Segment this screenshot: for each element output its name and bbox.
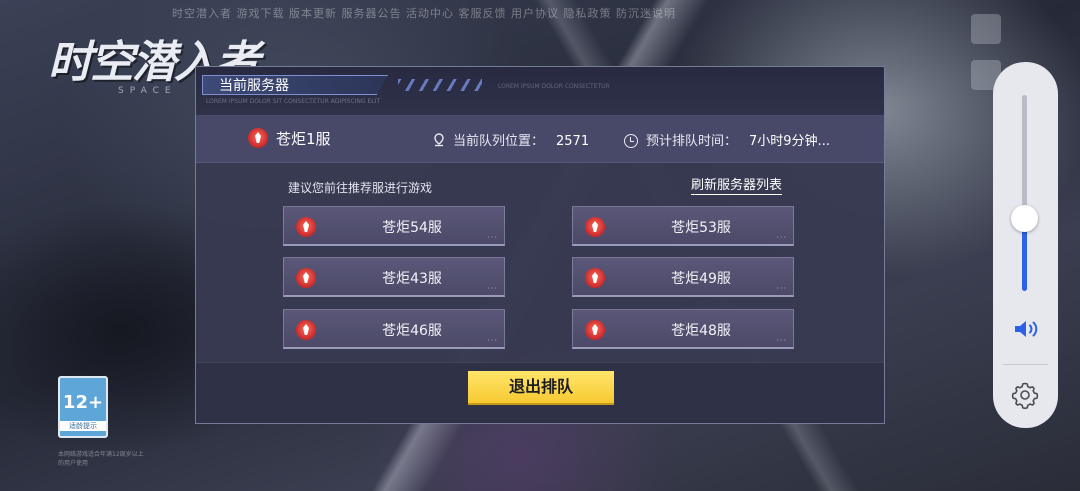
server-button-label: 苍炬46服 xyxy=(382,323,442,339)
server-icon xyxy=(248,128,268,148)
dialog-header: 当前服务器 LOREM IPSUM DOLOR SIT CONSECTETUR … xyxy=(196,67,884,116)
current-server-label: 苍炬1服 xyxy=(276,130,331,148)
estimated-wait-label: 预计排队时间： xyxy=(646,134,738,149)
queue-position: 当前队列位置： 2571 xyxy=(433,130,589,149)
dialog-title: 当前服务器 xyxy=(202,75,388,95)
server-button-cangju-53[interactable]: 苍炬53服 ··· xyxy=(572,206,794,246)
age-rating-badge: 12+ 适龄提示 xyxy=(58,376,108,438)
exit-queue-button[interactable]: 退出排队 xyxy=(468,371,614,405)
download-icon[interactable] xyxy=(971,14,1001,44)
estimated-wait: 预计排队时间： 7小时9分钟... xyxy=(624,130,830,149)
volume-slider-handle[interactable] xyxy=(1011,204,1038,232)
age-rating-caption: 适龄提示 xyxy=(60,421,106,431)
server-button-label: 苍炬43服 xyxy=(382,271,442,287)
server-button-label: 苍炬48服 xyxy=(671,323,731,339)
dialog-footer: 退出排队 xyxy=(196,362,884,423)
gear-icon[interactable] xyxy=(1010,380,1040,410)
clock-icon xyxy=(624,134,638,148)
panel-divider xyxy=(1003,364,1048,365)
server-button-label: 苍炬54服 xyxy=(382,220,442,236)
corner-dots: ··· xyxy=(487,233,498,242)
server-button-cangju-49[interactable]: 苍炬49服 ··· xyxy=(572,257,794,297)
queue-position-label: 当前队列位置： xyxy=(453,134,545,149)
refresh-server-list-link[interactable]: 刷新服务器列表 xyxy=(691,178,783,195)
location-pin-icon xyxy=(434,133,444,147)
server-button-label: 苍炬53服 xyxy=(671,220,731,236)
legal-text: 本网络游戏适合年满12周岁以上的用户使用 xyxy=(58,451,144,467)
corner-dots: ··· xyxy=(776,336,787,345)
server-button-cangju-48[interactable]: 苍炬48服 ··· xyxy=(572,309,794,349)
current-server: 苍炬1服 xyxy=(248,128,331,149)
server-button-label: 苍炬49服 xyxy=(671,271,731,287)
corner-dots: ··· xyxy=(487,284,498,293)
corner-dots: ··· xyxy=(776,284,787,293)
volume-panel xyxy=(993,62,1058,428)
queue-position-value: 2571 xyxy=(556,134,590,149)
server-button-cangju-43[interactable]: 苍炬43服 ··· xyxy=(283,257,505,297)
header-fine-text-2: LOREM IPSUM DOLOR CONSECTETUR xyxy=(498,83,610,90)
estimated-wait-value: 7小时9分钟... xyxy=(749,134,830,149)
top-ticker: 时空潜入者 游戏下载 版本更新 服务器公告 活动中心 客服反馈 用户协议 隐私政… xyxy=(172,7,676,20)
game-logo-sub: SPACE xyxy=(118,86,177,96)
volume-slider-track[interactable] xyxy=(1022,95,1027,291)
speaker-icon[interactable] xyxy=(1012,317,1040,341)
corner-dots: ··· xyxy=(776,233,787,242)
header-fine-text: LOREM IPSUM DOLOR SIT CONSECTETUR ADIPIS… xyxy=(206,98,381,105)
server-button-cangju-46[interactable]: 苍炬46服 ··· xyxy=(283,309,505,349)
header-stripes xyxy=(398,79,482,91)
queue-info-bar: 苍炬1服 当前队列位置： 2571 预计排队时间： 7小时9分钟... xyxy=(196,115,884,163)
server-button-cangju-54[interactable]: 苍炬54服 ··· xyxy=(283,206,505,246)
age-rating: 12+ xyxy=(62,392,104,413)
recommend-text: 建议您前往推荐服进行游戏 xyxy=(288,181,433,195)
corner-dots: ··· xyxy=(487,336,498,345)
queue-dialog: 当前服务器 LOREM IPSUM DOLOR SIT CONSECTETUR … xyxy=(195,66,885,424)
